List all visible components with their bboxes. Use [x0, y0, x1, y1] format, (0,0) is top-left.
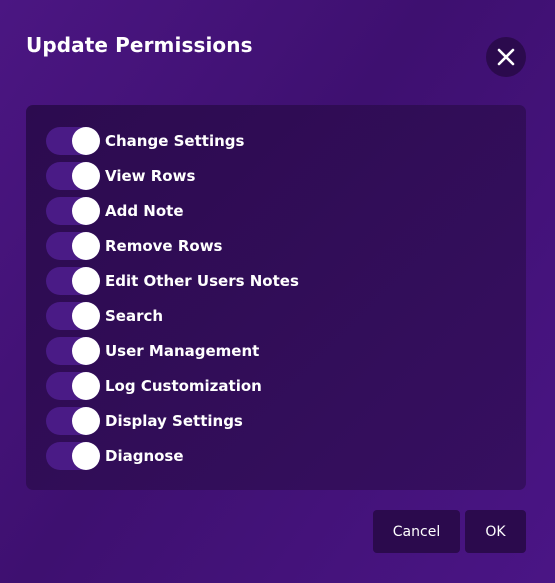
toggle-user-management[interactable]	[46, 336, 100, 365]
permissions-panel: Change Settings View Rows Add Note Remov…	[26, 105, 526, 490]
permission-label: Change Settings	[105, 131, 245, 150]
toggle-search[interactable]	[46, 301, 100, 330]
toggle-knob	[72, 266, 100, 295]
permission-label: Remove Rows	[105, 236, 223, 255]
toggle-knob	[72, 126, 100, 155]
permission-search: Search	[46, 298, 299, 333]
toggle-log-customization[interactable]	[46, 371, 100, 400]
permission-user-management: User Management	[46, 333, 299, 368]
permission-label: Edit Other Users Notes	[105, 271, 299, 290]
update-permissions-dialog: Update Permissions Change Settings View …	[0, 0, 555, 583]
toggle-knob	[72, 406, 100, 435]
toggle-diagnose[interactable]	[46, 441, 100, 470]
dialog-title: Update Permissions	[26, 33, 253, 57]
toggle-remove-rows[interactable]	[46, 231, 100, 260]
close-button[interactable]	[486, 37, 526, 77]
close-icon	[497, 48, 515, 66]
permission-label: Add Note	[105, 201, 184, 220]
toggle-knob	[72, 196, 100, 225]
permission-view-rows: View Rows	[46, 158, 299, 193]
permission-label: Diagnose	[105, 446, 184, 465]
permission-log-customization: Log Customization	[46, 368, 299, 403]
toggle-edit-other-users-notes[interactable]	[46, 266, 100, 295]
toggle-knob	[72, 301, 100, 330]
permission-label: User Management	[105, 341, 260, 360]
toggle-knob	[72, 336, 100, 365]
permission-label: Search	[105, 306, 164, 325]
toggle-knob	[72, 441, 100, 470]
permission-label: Log Customization	[105, 376, 262, 395]
permission-remove-rows: Remove Rows	[46, 228, 299, 263]
toggle-change-settings[interactable]	[46, 126, 100, 155]
permission-diagnose: Diagnose	[46, 438, 299, 473]
permission-edit-other-users-notes: Edit Other Users Notes	[46, 263, 299, 298]
toggle-knob	[72, 161, 100, 190]
permission-change-settings: Change Settings	[46, 123, 299, 158]
toggle-display-settings[interactable]	[46, 406, 100, 435]
permission-display-settings: Display Settings	[46, 403, 299, 438]
permission-add-note: Add Note	[46, 193, 299, 228]
toggle-add-note[interactable]	[46, 196, 100, 225]
permission-label: View Rows	[105, 166, 196, 185]
permission-label: Display Settings	[105, 411, 243, 430]
toggle-knob	[72, 231, 100, 260]
cancel-button[interactable]: Cancel	[373, 510, 460, 553]
ok-button[interactable]: OK	[465, 510, 526, 553]
toggle-knob	[72, 371, 100, 400]
permissions-list: Change Settings View Rows Add Note Remov…	[46, 123, 299, 473]
toggle-view-rows[interactable]	[46, 161, 100, 190]
